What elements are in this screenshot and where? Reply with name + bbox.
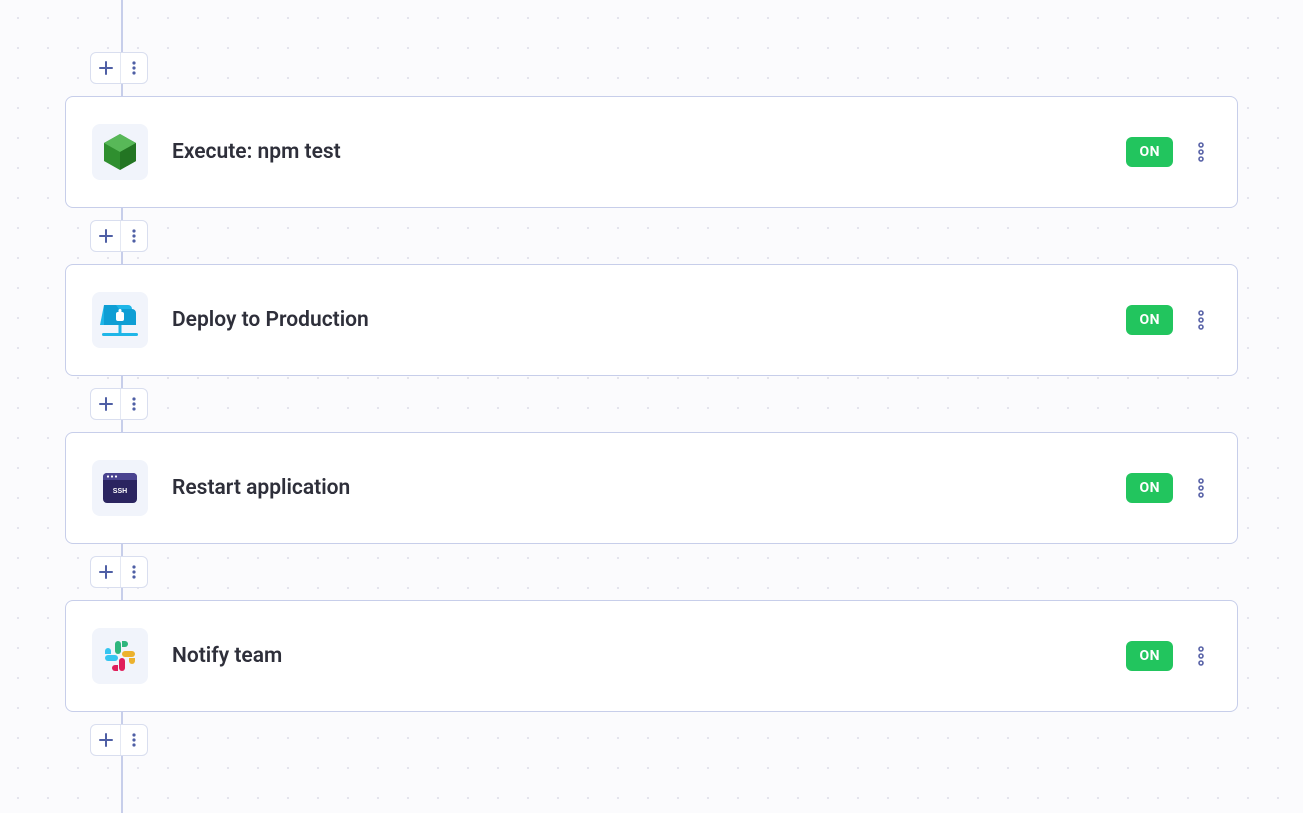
step-icon [92,292,148,348]
plus-icon [99,397,113,411]
plus-icon [99,229,113,243]
deploy-icon [100,301,140,339]
step-toggle[interactable]: ON [1126,641,1173,671]
add-step-control [90,52,148,84]
pipeline-step[interactable]: Deploy to Production ON [65,264,1238,376]
step-menu-button[interactable] [1191,646,1211,666]
step-toggle[interactable]: ON [1126,137,1173,167]
step-menu-button[interactable] [1191,310,1211,330]
add-step-button[interactable] [91,725,121,755]
node-icon [102,132,138,172]
plus-icon [99,61,113,75]
add-step-control [90,388,148,420]
kebab-icon [1197,478,1205,498]
plus-icon [99,565,113,579]
add-step-menu-button[interactable] [121,389,147,419]
step-toggle[interactable]: ON [1126,305,1173,335]
step-title: Deploy to Production [172,308,1126,332]
step-icon [92,628,148,684]
kebab-icon [132,397,136,411]
add-step-menu-button[interactable] [121,557,147,587]
step-icon: SSH [92,460,148,516]
kebab-icon [132,61,136,75]
add-step-control [90,724,148,756]
add-step-control [90,220,148,252]
kebab-icon [1197,142,1205,162]
pipeline-step[interactable]: Notify team ON [65,600,1238,712]
add-step-button[interactable] [91,53,121,83]
plus-icon [99,733,113,747]
pipeline-canvas: Execute: npm test ON Deploy to Productio… [0,0,1303,813]
kebab-icon [1197,646,1205,666]
step-menu-button[interactable] [1191,478,1211,498]
add-step-menu-button[interactable] [121,221,147,251]
kebab-icon [132,733,136,747]
step-title: Execute: npm test [172,140,1126,164]
add-step-menu-button[interactable] [121,53,147,83]
kebab-icon [132,229,136,243]
step-title: Restart application [172,476,1126,500]
step-menu-button[interactable] [1191,142,1211,162]
add-step-button[interactable] [91,389,121,419]
step-title: Notify team [172,644,1126,668]
kebab-icon [132,565,136,579]
slack-icon [102,638,138,674]
add-step-control [90,556,148,588]
pipeline-step[interactable]: Execute: npm test ON [65,96,1238,208]
step-icon [92,124,148,180]
kebab-icon [1197,310,1205,330]
step-toggle[interactable]: ON [1126,473,1173,503]
add-step-menu-button[interactable] [121,725,147,755]
svg-text:SSH: SSH [113,488,127,495]
add-step-button[interactable] [91,557,121,587]
pipeline-step[interactable]: SSH Restart application ON [65,432,1238,544]
ssh-icon: SSH [101,471,139,505]
add-step-button[interactable] [91,221,121,251]
